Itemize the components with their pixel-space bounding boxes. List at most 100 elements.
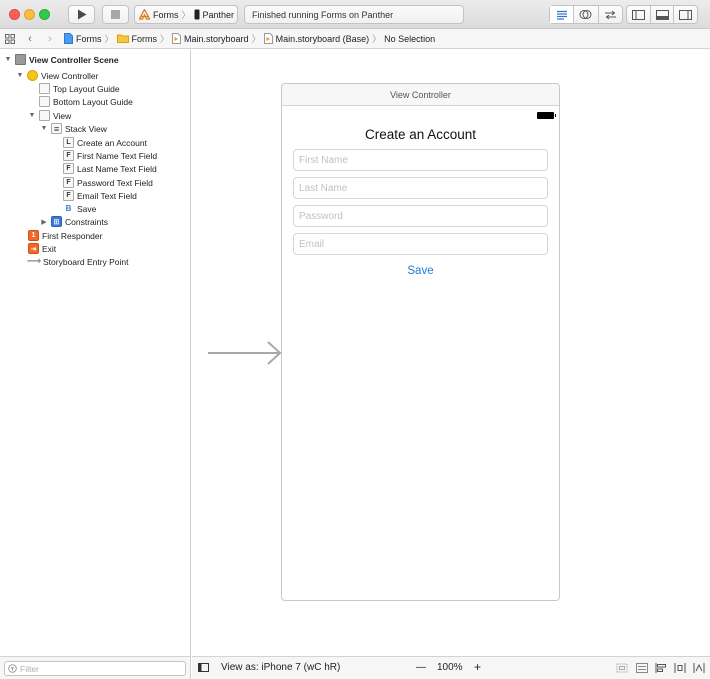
view-as-device-button[interactable]: View as: iPhone 7 (wC hR) bbox=[221, 662, 340, 673]
outline-item-stack-view[interactable]: ▼ ≡ Stack View bbox=[40, 122, 107, 135]
last-name-field[interactable] bbox=[293, 177, 548, 199]
stop-button[interactable] bbox=[102, 5, 129, 24]
embed-in-stack-button[interactable] bbox=[616, 663, 628, 676]
zoom-in-button[interactable]: + bbox=[474, 660, 481, 674]
left-panel-icon bbox=[631, 9, 645, 20]
minimize-window-button[interactable] bbox=[24, 9, 35, 20]
storyboard-file-icon bbox=[172, 33, 182, 44]
outline-item-scene[interactable]: ▼ View Controller Scene bbox=[4, 53, 119, 66]
chevron-right-icon: › bbox=[48, 32, 52, 45]
password-field[interactable] bbox=[293, 205, 548, 227]
close-window-button[interactable] bbox=[9, 9, 20, 20]
align-button[interactable] bbox=[655, 663, 667, 676]
forward-button[interactable]: › bbox=[40, 29, 60, 49]
outline-item-exit[interactable]: ⇥ Exit bbox=[28, 242, 56, 255]
jump-bar: ‹ › Forms 〉 Forms 〉 Main.storyboard 〉 Ma… bbox=[0, 29, 710, 49]
breadcrumb-label: Forms bbox=[131, 33, 158, 44]
view-controller-scene[interactable]: View Controller Create an Account Save bbox=[281, 83, 560, 601]
stack-button[interactable] bbox=[636, 663, 648, 676]
battery-icon bbox=[537, 112, 556, 119]
disclosure-expanded-icon[interactable]: ▼ bbox=[4, 56, 12, 63]
breadcrumb-selection[interactable]: No Selection bbox=[384, 34, 435, 44]
outline-item-label: Bottom Layout Guide bbox=[53, 96, 133, 107]
panel-toggle-selector bbox=[626, 5, 698, 24]
breadcrumb-label: Main.storyboard (Base) bbox=[275, 33, 370, 44]
outline-item-label: Last Name Text Field bbox=[77, 163, 157, 174]
app-target-icon bbox=[139, 9, 150, 20]
outline-item-first-name-field[interactable]: F First Name Text Field bbox=[63, 149, 157, 162]
outline-item-label: Save bbox=[77, 203, 97, 214]
folder-icon bbox=[116, 34, 129, 43]
toggle-outline-button[interactable] bbox=[198, 663, 209, 675]
outline-item-password-field[interactable]: F Password Text Field bbox=[63, 176, 153, 189]
breadcrumb-group[interactable]: Forms bbox=[116, 33, 158, 44]
storyboard-canvas[interactable]: View Controller Create an Account Save bbox=[192, 50, 710, 656]
toggle-navigator-button[interactable] bbox=[627, 6, 651, 23]
outline-item-view[interactable]: ▼ View bbox=[28, 109, 71, 122]
outline-item-label: Storyboard Entry Point bbox=[43, 256, 129, 267]
entry-point-icon: ⟶ bbox=[26, 256, 42, 267]
layout-guide-icon bbox=[39, 83, 50, 94]
first-responder-icon: 1 bbox=[28, 230, 39, 241]
zoom-window-button[interactable] bbox=[39, 9, 50, 20]
stack-icon bbox=[636, 663, 648, 673]
pin-icon bbox=[674, 663, 686, 673]
toggle-debug-area-button[interactable] bbox=[651, 6, 675, 23]
outline-item-constraints[interactable]: ▶ ⊞ Constraints bbox=[40, 215, 108, 228]
version-editor-button[interactable] bbox=[599, 6, 622, 23]
breadcrumb-label: Main.storyboard bbox=[184, 33, 249, 44]
first-name-field[interactable] bbox=[293, 149, 548, 171]
scene-title-bar[interactable]: View Controller bbox=[282, 84, 559, 106]
outline-item-view-controller[interactable]: ▼ View Controller bbox=[16, 69, 98, 82]
disclosure-expanded-icon[interactable]: ▼ bbox=[28, 112, 36, 119]
related-items-button[interactable] bbox=[0, 29, 20, 49]
view-controller-icon bbox=[27, 70, 38, 81]
outline-item-email-field[interactable]: F Email Text Field bbox=[63, 189, 137, 202]
save-button[interactable]: Save bbox=[282, 265, 559, 277]
outline-item-save-button[interactable]: B Save bbox=[63, 202, 97, 215]
activity-viewer: Finished running Forms on Panther bbox=[244, 5, 464, 24]
disclosure-collapsed-icon[interactable]: ▶ bbox=[40, 218, 48, 226]
outline-item-first-responder[interactable]: 1 First Responder bbox=[28, 229, 102, 242]
outline-item-label: Constraints bbox=[65, 216, 108, 227]
grid-icon bbox=[5, 33, 15, 44]
constraints-icon: ⊞ bbox=[51, 216, 62, 227]
outline-item-label: First Responder bbox=[42, 230, 103, 241]
breadcrumb-label: Forms bbox=[76, 33, 102, 44]
back-button[interactable]: ‹ bbox=[20, 29, 40, 49]
standard-editor-button[interactable] bbox=[550, 6, 575, 23]
disclosure-expanded-icon[interactable]: ▼ bbox=[40, 125, 48, 132]
outline-item-label: Create an Account bbox=[77, 137, 147, 148]
disclosure-expanded-icon[interactable]: ▼ bbox=[16, 72, 24, 79]
create-account-label[interactable]: Create an Account bbox=[282, 127, 559, 142]
text-field-icon: F bbox=[63, 150, 74, 161]
outline-item-top-layout-guide[interactable]: Top Layout Guide bbox=[39, 82, 120, 95]
zoom-out-button[interactable]: — bbox=[416, 662, 426, 673]
right-panel-icon bbox=[679, 9, 693, 20]
outline-item-label: Top Layout Guide bbox=[53, 83, 120, 94]
entry-point-arrow-icon[interactable] bbox=[208, 340, 282, 366]
email-field[interactable] bbox=[293, 233, 548, 255]
outline-item-entry-point[interactable]: ⟶ Storyboard Entry Point bbox=[26, 255, 129, 268]
filter-icon bbox=[8, 664, 17, 673]
assistant-editor-button[interactable] bbox=[574, 6, 599, 23]
resolve-issues-icon bbox=[693, 663, 705, 673]
outline-item-bottom-layout-guide[interactable]: Bottom Layout Guide bbox=[39, 95, 133, 108]
resolve-auto-layout-button[interactable] bbox=[693, 663, 705, 676]
outline-item-last-name-field[interactable]: F Last Name Text Field bbox=[63, 162, 157, 175]
outline-filter-input[interactable] bbox=[20, 663, 170, 674]
editor-mode-selector bbox=[549, 5, 623, 24]
outline-item-label: View Controller Scene bbox=[29, 54, 119, 65]
breadcrumb-storyboard[interactable]: Main.storyboard bbox=[172, 33, 249, 44]
run-button[interactable] bbox=[68, 5, 95, 24]
breadcrumb-project[interactable]: Forms bbox=[64, 33, 102, 44]
scheme-selector[interactable]: Forms 〉 Panther bbox=[134, 5, 238, 24]
pin-button[interactable] bbox=[674, 663, 686, 676]
exit-icon: ⇥ bbox=[28, 243, 39, 254]
outline-item-label: View bbox=[53, 110, 72, 121]
align-icon bbox=[655, 663, 666, 673]
breadcrumb-storyboard-base[interactable]: Main.storyboard (Base) bbox=[263, 33, 370, 44]
bottom-panel-icon bbox=[655, 9, 669, 20]
outline-item-title-label[interactable]: L Create an Account bbox=[63, 136, 147, 149]
toggle-utilities-button[interactable] bbox=[674, 6, 697, 23]
